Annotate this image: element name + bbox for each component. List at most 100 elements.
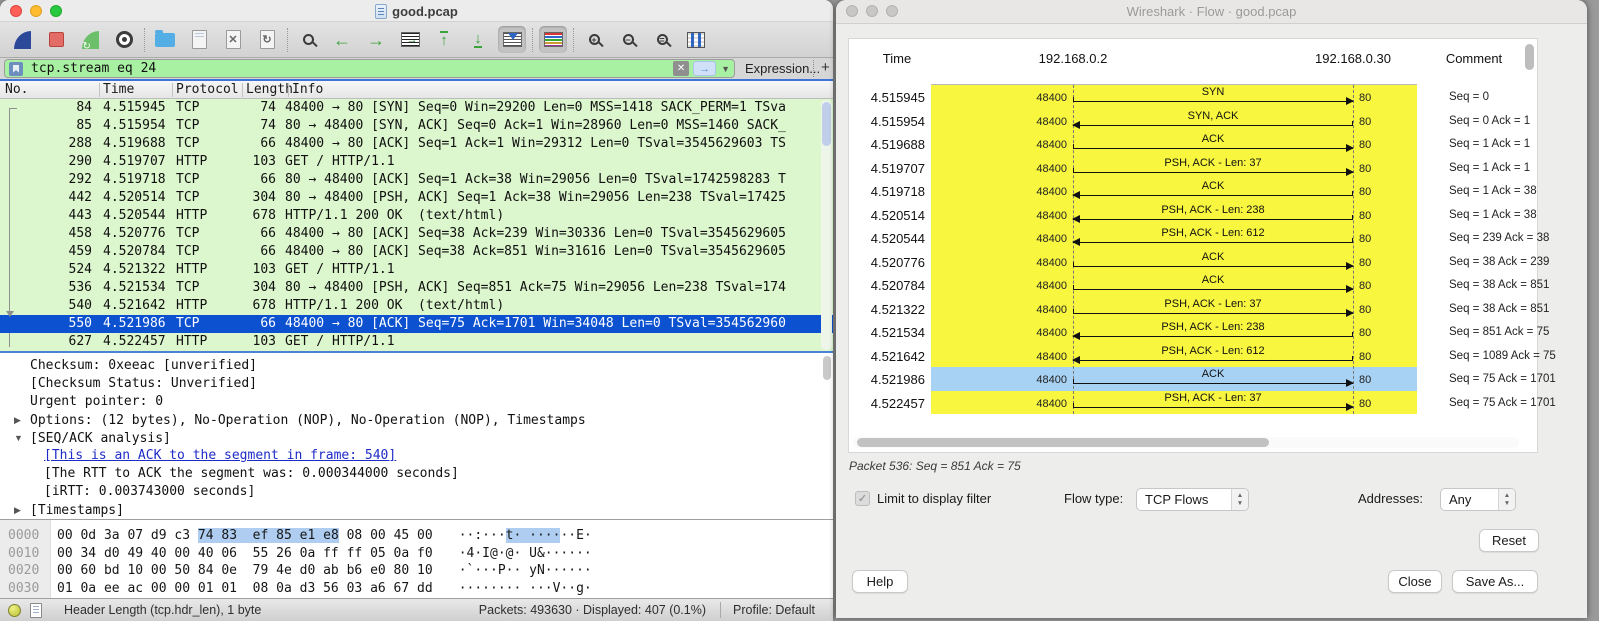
detail-line[interactable]: ▶[Timestamps]: [0, 501, 833, 519]
reload-file-button[interactable]: ↻: [253, 26, 281, 53]
addresses-select[interactable]: Any ▲▼: [1440, 488, 1516, 511]
last-packet-button[interactable]: ↓: [464, 26, 492, 53]
detail-line[interactable]: ▶Options: (12 bytes), No-Operation (NOP)…: [0, 411, 833, 429]
open-file-button[interactable]: [151, 26, 179, 53]
expander-icon[interactable]: ▶: [14, 411, 30, 429]
expert-info-icon[interactable]: [8, 604, 21, 617]
column-info[interactable]: Info: [292, 82, 323, 97]
flow-row[interactable]: 4.515945 48400 SYN 80 Seq = 0: [849, 85, 1537, 109]
add-filter-button[interactable]: +: [821, 59, 830, 76]
flow-row[interactable]: 4.522457 48400 PSH, ACK - Len: 37 80 Seq…: [849, 391, 1537, 415]
column-no[interactable]: No.: [5, 82, 28, 97]
capture-comment-icon[interactable]: [30, 603, 42, 618]
capture-options-button[interactable]: [110, 26, 138, 53]
next-packet-button[interactable]: →: [362, 26, 390, 53]
flow-type-select[interactable]: TCP Flows ▲▼: [1136, 488, 1249, 511]
hex-bytes[interactable]: 00 60 bd 10 00 50 84 0e 79 4e d0 ab b6 e…: [57, 562, 433, 580]
column-time[interactable]: Time: [103, 82, 134, 97]
stepper-icon[interactable]: ▲▼: [1231, 489, 1248, 510]
detail-line[interactable]: [This is an ACK to the segment in frame:…: [0, 447, 833, 465]
details-scrollbar[interactable]: [823, 356, 831, 380]
packet-row[interactable]: 524 4.521322 HTTP 103 GET / HTTP/1.1: [0, 261, 833, 279]
save-file-button[interactable]: [185, 26, 213, 53]
first-packet-button[interactable]: ↑: [430, 26, 458, 53]
packet-row[interactable]: 84 4.515945 TCP 74 48400 → 80 [SYN] Seq=…: [0, 99, 833, 117]
hex-row[interactable]: 003001 0a ee ac 00 00 01 01 08 0a d3 56 …: [0, 580, 833, 598]
hex-row[interactable]: 001000 34 d0 49 40 00 40 06 55 26 0a ff …: [0, 545, 833, 563]
expander-icon[interactable]: ▶: [14, 501, 30, 519]
flow-rows[interactable]: 4.515945 48400 SYN 80 Seq = 0 4.515954 4…: [849, 85, 1537, 414]
flow-row[interactable]: 4.521642 48400 PSH, ACK - Len: 612 80 Se…: [849, 344, 1537, 368]
packet-row[interactable]: 85 4.515954 TCP 74 80 → 48400 [SYN, ACK]…: [0, 117, 833, 135]
restart-capture-button[interactable]: [76, 26, 104, 53]
packet-row[interactable]: 627 4.522457 HTTP 103 GET / HTTP/1.1: [0, 333, 833, 351]
go-to-packet-button[interactable]: →: [396, 26, 424, 53]
packet-list[interactable]: 84 4.515945 TCP 74 48400 → 80 [SYN] Seq=…: [0, 99, 833, 351]
colorize-button[interactable]: [539, 26, 567, 53]
reset-button[interactable]: Reset: [1479, 529, 1539, 552]
detail-line[interactable]: Checksum: 0xeeac [unverified]: [0, 357, 833, 375]
zoom-out-button[interactable]: −: [614, 26, 642, 53]
detail-line[interactable]: ▼[SEQ/ACK analysis]: [0, 429, 833, 447]
display-filter-input[interactable]: tcp.stream eq 24 ✕ → ▼: [4, 59, 735, 78]
hex-bytes[interactable]: 00 0d 3a 07 d9 c3 74 83 ef 85 e1 e8 08 0…: [57, 527, 433, 545]
flow-row[interactable]: 4.521534 48400 PSH, ACK - Len: 238 80 Se…: [849, 320, 1537, 344]
packet-details-pane[interactable]: Checksum: 0xeeac [unverified][Checksum S…: [0, 353, 833, 519]
flow-row[interactable]: 4.521986 48400 ACK 80 Seq = 75 Ack = 170…: [849, 367, 1537, 391]
detail-line[interactable]: Urgent pointer: 0: [0, 393, 833, 411]
packet-row[interactable]: 540 4.521642 HTTP 678 HTTP/1.1 200 OK (t…: [0, 297, 833, 315]
flow-row[interactable]: 4.520514 48400 PSH, ACK - Len: 238 80 Se…: [849, 203, 1537, 227]
help-button[interactable]: Help: [852, 570, 908, 593]
column-length[interactable]: Length: [246, 82, 293, 97]
detail-line[interactable]: [Checksum Status: Unverified]: [0, 375, 833, 393]
clear-filter-button[interactable]: ✕: [673, 61, 689, 76]
auto-scroll-button[interactable]: [498, 26, 526, 53]
packet-row[interactable]: 443 4.520544 HTTP 678 HTTP/1.1 200 OK (t…: [0, 207, 833, 225]
detail-line[interactable]: [iRTT: 0.003743000 seconds]: [0, 483, 833, 501]
close-file-button[interactable]: ✕: [219, 26, 247, 53]
flow-row[interactable]: 4.521322 48400 PSH, ACK - Len: 37 80 Seq…: [849, 297, 1537, 321]
packet-list-scrollbar[interactable]: [821, 100, 832, 350]
stop-capture-button[interactable]: [42, 26, 70, 53]
packet-row[interactable]: 550 4.521986 TCP 66 48400 → 80 [ACK] Seq…: [0, 315, 833, 333]
flow-row[interactable]: 4.519718 48400 ACK 80 Seq = 1 Ack = 38: [849, 179, 1537, 203]
find-packet-button[interactable]: [294, 26, 322, 53]
bookmark-icon[interactable]: [9, 62, 23, 76]
packet-row[interactable]: 442 4.520514 TCP 304 80 → 48400 [PSH, AC…: [0, 189, 833, 207]
filter-dropdown-caret[interactable]: ▼: [721, 64, 730, 74]
start-capture-button[interactable]: [8, 26, 36, 53]
flow-row[interactable]: 4.520544 48400 PSH, ACK - Len: 612 80 Se…: [849, 226, 1537, 250]
hex-bytes[interactable]: 01 0a ee ac 00 00 01 01 08 0a d3 56 03 a…: [57, 580, 433, 598]
hex-ascii[interactable]: ·`···P·· yN······: [459, 562, 592, 580]
hex-bytes[interactable]: 00 34 d0 49 40 00 40 06 55 26 0a ff ff 0…: [57, 545, 433, 563]
flow-vertical-scrollbar[interactable]: [1524, 41, 1535, 434]
save-as-button[interactable]: Save As...: [1452, 570, 1538, 593]
detail-line[interactable]: [The RTT to ACK the segment was: 0.00034…: [0, 465, 833, 483]
hex-row[interactable]: 002000 60 bd 10 00 50 84 0e 79 4e d0 ab …: [0, 562, 833, 580]
previous-packet-button[interactable]: ←: [328, 26, 356, 53]
flow-row[interactable]: 4.519688 48400 ACK 80 Seq = 1 Ack = 1: [849, 132, 1537, 156]
filter-text[interactable]: tcp.stream eq 24: [31, 61, 669, 76]
resize-columns-button[interactable]: [682, 26, 710, 53]
packet-row[interactable]: 536 4.521534 TCP 304 80 → 48400 [PSH, AC…: [0, 279, 833, 297]
column-protocol[interactable]: Protocol: [176, 82, 239, 97]
expression-button[interactable]: Expression...: [745, 61, 820, 76]
zoom-reset-button[interactable]: =: [648, 26, 676, 53]
limit-filter-checkbox[interactable]: ✓: [855, 491, 870, 506]
apply-filter-button[interactable]: →: [693, 61, 716, 76]
hex-ascii[interactable]: ········ ···V··g·: [459, 580, 592, 598]
flow-row[interactable]: 4.520776 48400 ACK 80 Seq = 38 Ack = 239: [849, 250, 1537, 274]
hex-ascii[interactable]: ·4·I@·@· U&······: [459, 545, 592, 563]
packet-row[interactable]: 459 4.520784 TCP 66 48400 → 80 [ACK] Seq…: [0, 243, 833, 261]
hex-ascii[interactable]: ··:···t· ······E·: [459, 527, 592, 545]
packet-row[interactable]: 290 4.519707 HTTP 103 GET / HTTP/1.1: [0, 153, 833, 171]
packet-row[interactable]: 292 4.519718 TCP 66 80 → 48400 [ACK] Seq…: [0, 171, 833, 189]
flow-row[interactable]: 4.520784 48400 ACK 80 Seq = 38 Ack = 851: [849, 273, 1537, 297]
close-button[interactable]: Close: [1388, 570, 1442, 593]
zoom-in-button[interactable]: +: [580, 26, 608, 53]
packet-row[interactable]: 458 4.520776 TCP 66 48400 → 80 [ACK] Seq…: [0, 225, 833, 243]
status-profile[interactable]: Profile: Default: [721, 603, 833, 617]
stepper-icon[interactable]: ▲▼: [1498, 489, 1515, 510]
packet-row[interactable]: 288 4.519688 TCP 66 48400 → 80 [ACK] Seq…: [0, 135, 833, 153]
flow-row[interactable]: 4.515954 48400 SYN, ACK 80 Seq = 0 Ack =…: [849, 109, 1537, 133]
